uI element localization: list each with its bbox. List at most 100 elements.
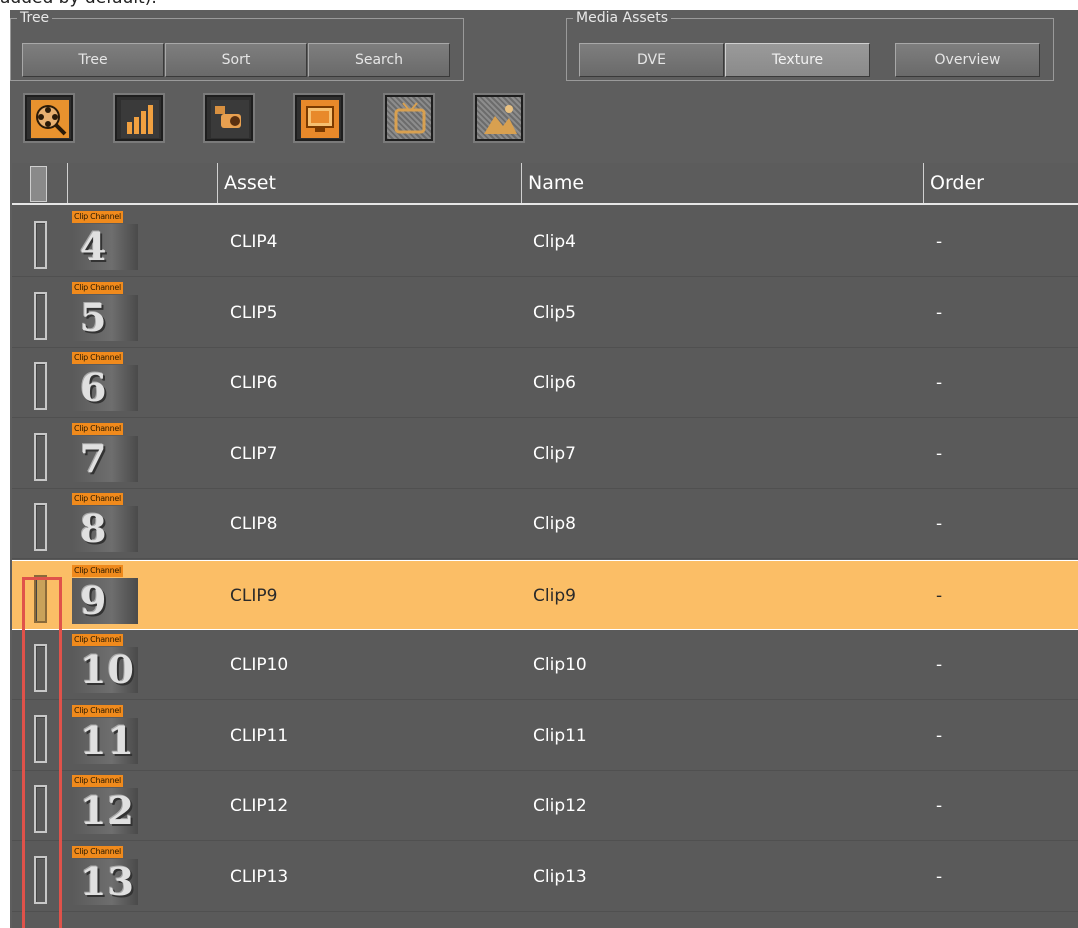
clip-number: 7 <box>72 435 138 482</box>
row-checkbox[interactable] <box>34 785 47 833</box>
row-checkbox[interactable] <box>34 362 47 410</box>
name-cell: Clip8 <box>533 514 576 534</box>
tv-icon <box>394 102 426 134</box>
clip-thumbnail: Clip Channel 8 <box>72 493 138 555</box>
clip-channel-badge: Clip Channel <box>72 352 123 364</box>
tree-group: Tree Tree Sort Search <box>10 10 464 81</box>
media-assets-panel: Tree Tree Sort Search Media Assets DVE T… <box>10 10 1078 928</box>
asset-cell: CLIP9 <box>230 585 278 606</box>
column-asset-header[interactable]: Asset <box>217 163 521 203</box>
row-checkbox[interactable] <box>34 503 47 551</box>
column-order-header[interactable]: Order <box>923 163 1078 203</box>
select-all-checkbox[interactable] <box>30 166 47 202</box>
name-cell: Clip4 <box>533 232 576 252</box>
asset-cell: CLIP7 <box>230 443 278 464</box>
name-cell: Clip10 <box>533 655 587 675</box>
clip-thumbnail: Clip Channel 4 <box>72 211 138 273</box>
film-reel-search-tool[interactable] <box>23 93 75 143</box>
table-row[interactable]: Clip Channel 9 CLIP9 Clip9 - <box>12 559 1078 630</box>
table-row[interactable]: Clip Channel 11 CLIP11 Clip11 - <box>12 701 1078 771</box>
row-checkbox[interactable] <box>34 432 47 481</box>
media-assets-group: Media Assets DVE Texture Overview <box>566 10 1054 81</box>
asset-cell: CLIP13 <box>230 866 289 887</box>
order-cell: - <box>936 655 943 675</box>
clip-channel-badge: Clip Channel <box>72 281 123 294</box>
asset-cell: CLIP4 <box>230 232 278 252</box>
table-row[interactable]: Clip Channel 13 CLIP13 Clip13 - <box>12 842 1078 912</box>
clip-channel-badge: Clip Channel <box>72 704 123 717</box>
asset-cell: CLIP8 <box>230 514 278 534</box>
sort-button[interactable]: Sort <box>165 43 307 77</box>
dve-button[interactable]: DVE <box>579 43 724 77</box>
clip-thumbnail: Clip Channel 7 <box>72 422 138 485</box>
tree-button[interactable]: Tree <box>22 43 164 77</box>
media-assets-group-title: Media Assets <box>573 10 672 26</box>
clip-number: 11 <box>72 717 138 764</box>
bar-chart-tool[interactable] <box>113 93 165 143</box>
clip-thumbnail: Clip Channel 10 <box>72 634 138 696</box>
row-checkbox[interactable] <box>34 574 47 623</box>
table-row[interactable]: Clip Channel 6 CLIP6 Clip6 - <box>12 348 1078 418</box>
name-cell: Clip5 <box>533 302 576 323</box>
asset-cell: CLIP12 <box>230 796 289 816</box>
column-thumbnail-header[interactable] <box>67 163 217 203</box>
name-cell: Clip9 <box>533 585 576 606</box>
texture-button[interactable]: Texture <box>725 43 870 77</box>
clip-number: 6 <box>72 365 138 411</box>
clip-number: 9 <box>72 577 138 624</box>
row-checkbox[interactable] <box>34 644 47 692</box>
table-row[interactable]: Clip Channel 12 CLIP12 Clip12 - <box>12 771 1078 841</box>
row-checkbox[interactable] <box>34 221 47 269</box>
table-row[interactable]: Clip Channel 5 CLIP5 Clip5 - <box>12 278 1078 348</box>
order-cell: - <box>936 585 943 606</box>
search-button[interactable]: Search <box>308 43 450 77</box>
tree-group-title: Tree <box>17 10 53 26</box>
row-checkbox[interactable] <box>34 855 47 904</box>
clip-number: 8 <box>72 506 138 552</box>
overview-button[interactable]: Overview <box>895 43 1040 77</box>
order-cell: - <box>936 443 943 464</box>
clip-thumbnail: Clip Channel 11 <box>72 704 138 767</box>
order-cell: - <box>936 725 943 746</box>
clip-channel-badge: Clip Channel <box>72 845 123 858</box>
row-checkbox[interactable] <box>34 714 47 763</box>
tv-tool[interactable] <box>383 93 435 143</box>
name-cell: Clip7 <box>533 443 576 464</box>
asset-cell: CLIP5 <box>230 302 278 323</box>
order-cell: - <box>936 373 943 393</box>
clip-channel-badge: Clip Channel <box>72 422 123 435</box>
clip-thumbnail: Clip Channel 6 <box>72 352 138 414</box>
table-row[interactable]: Clip Channel 4 CLIP4 Clip4 - <box>12 207 1078 277</box>
order-cell: - <box>936 232 943 252</box>
asset-cell: CLIP11 <box>230 725 289 746</box>
name-cell: Clip13 <box>533 866 587 887</box>
clip-thumbnail: Clip Channel 9 <box>72 564 138 627</box>
clip-number: 5 <box>72 294 138 341</box>
image-icon <box>484 105 517 134</box>
camera-tool[interactable] <box>203 93 255 143</box>
assets-table: Asset Name Order Clip Channel 4 CLIP4 Clip4… <box>12 163 1078 928</box>
monitor-icon <box>301 100 339 138</box>
clip-channel-badge: Clip Channel <box>72 634 123 646</box>
table-row[interactable]: Clip Channel 7 CLIP7 Clip7 - <box>12 419 1078 489</box>
monitor-tool[interactable] <box>293 93 345 143</box>
film-reel-search-icon <box>31 100 69 138</box>
name-cell: Clip6 <box>533 373 576 393</box>
document-caption: added by default). <box>0 0 1078 10</box>
image-tool[interactable] <box>473 93 525 143</box>
row-checkbox[interactable] <box>34 291 47 340</box>
clip-thumbnail: Clip Channel 13 <box>72 845 138 908</box>
table-row[interactable]: Clip Channel 8 CLIP8 Clip8 - <box>12 489 1078 559</box>
clip-channel-badge: Clip Channel <box>72 493 123 505</box>
camera-icon <box>211 100 249 138</box>
table-row[interactable]: Clip Channel 10 CLIP10 Clip10 - <box>12 630 1078 700</box>
table-header: Asset Name Order <box>12 163 1078 205</box>
clip-number: 13 <box>72 858 138 905</box>
clip-channel-badge: Clip Channel <box>72 211 123 223</box>
order-cell: - <box>936 514 943 534</box>
name-cell: Clip12 <box>533 796 587 816</box>
bar-chart-icon <box>121 100 159 138</box>
order-cell: - <box>936 302 943 323</box>
clip-thumbnail: Clip Channel 12 <box>72 775 138 837</box>
column-name-header[interactable]: Name <box>521 163 923 203</box>
